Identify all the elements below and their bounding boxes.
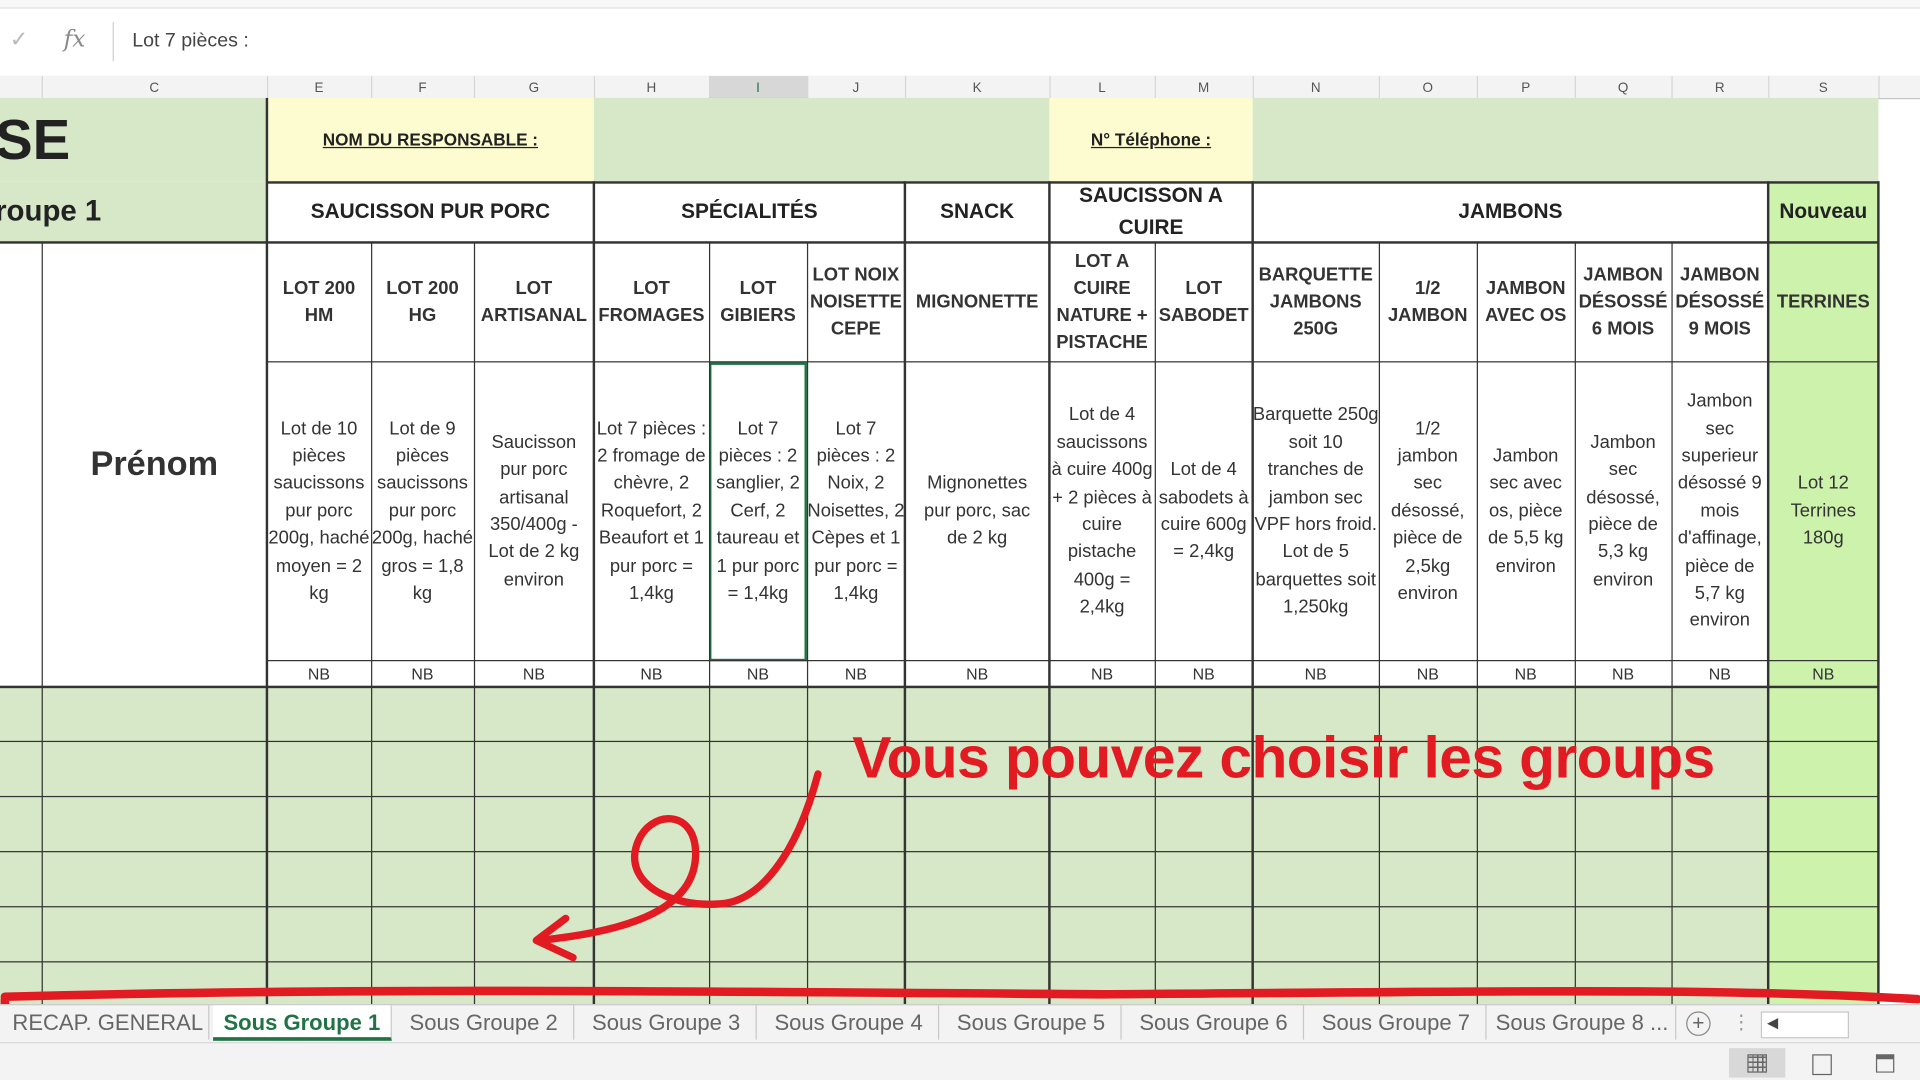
plus-circle-icon[interactable]: + bbox=[1686, 1011, 1711, 1036]
page-layout-icon[interactable] bbox=[1812, 1054, 1832, 1076]
sheet-tab[interactable]: Sous Groupe 4 bbox=[759, 1005, 940, 1040]
spreadsheet-window: ✓ fx Lot 7 pièces : C E F G H I J K L M … bbox=[0, 0, 1920, 1080]
sheet-tab[interactable]: Sous Groupe 7 bbox=[1307, 1005, 1487, 1040]
sheet-tab[interactable]: Sous Groupe 8 ... bbox=[1489, 1005, 1677, 1040]
scrollbar-track[interactable]: ◀ bbox=[1760, 1011, 1849, 1039]
grid-view-icon[interactable] bbox=[1728, 1048, 1786, 1078]
sheet-tab[interactable]: Sous Groupe 3 bbox=[577, 1005, 757, 1040]
grid-view-glyph bbox=[1747, 1054, 1767, 1073]
sheet-tab-active[interactable]: Sous Groupe 1 bbox=[213, 1005, 392, 1041]
annotation-drawing bbox=[0, 770, 1920, 1075]
sheet-tab[interactable]: Sous Groupe 5 bbox=[942, 1005, 1122, 1040]
triangle-left-icon[interactable]: ◀ bbox=[1767, 1014, 1778, 1031]
vertical-dots-icon[interactable]: ⋮ bbox=[1731, 1010, 1751, 1034]
sheet-tab[interactable]: RECAP. GENERAL bbox=[7, 1005, 210, 1040]
sheet-tab-bar: RECAP. GENERAL Sous Groupe 1 Sous Groupe… bbox=[0, 1004, 1920, 1044]
sheet-tab[interactable]: Sous Groupe 2 bbox=[394, 1005, 575, 1040]
status-bar bbox=[0, 1042, 1920, 1080]
sheet-tab[interactable]: Sous Groupe 6 bbox=[1124, 1005, 1305, 1040]
page-break-icon[interactable] bbox=[1875, 1054, 1895, 1073]
annotation-arrow bbox=[535, 770, 822, 945]
